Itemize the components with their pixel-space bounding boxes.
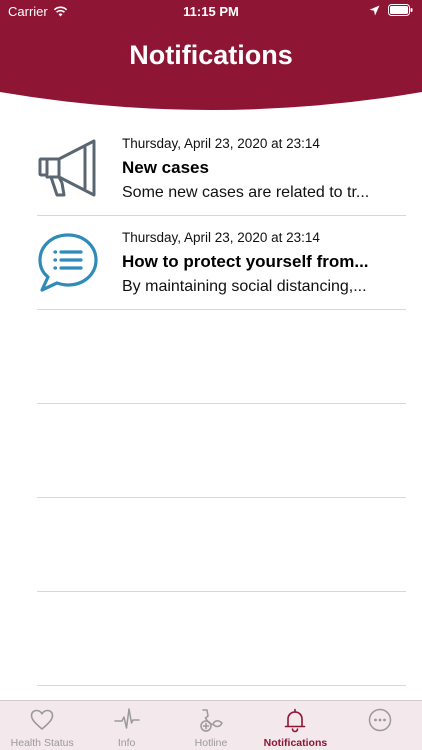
tab-hotline[interactable]: Hotline <box>169 701 253 750</box>
hotline-icon <box>200 709 223 732</box>
tab-label: Hotline <box>194 737 228 749</box>
tab-bar: Health Status Info Hotline Notifications <box>0 700 422 750</box>
status-bar: Carrier 11:15 PM <box>0 0 422 24</box>
pulse-icon <box>113 708 140 729</box>
empty-list-row <box>37 592 406 686</box>
tab-notifications[interactable]: Notifications <box>253 701 337 750</box>
tab-label: Notifications <box>263 737 328 749</box>
megaphone-icon <box>38 139 96 197</box>
empty-list-row <box>37 404 406 498</box>
status-right <box>369 4 413 16</box>
header: Carrier 11:15 PM Notifications <box>0 0 422 112</box>
empty-list-row <box>37 310 406 404</box>
tab-label: Info <box>117 737 136 749</box>
notification-list: Thursday, April 23, 2020 at 23:14 New ca… <box>0 122 422 686</box>
location-arrow-icon <box>369 5 380 15</box>
tab-label: Health Status <box>10 737 74 749</box>
page-title: Notifications <box>129 40 293 70</box>
notification-row[interactable]: Thursday, April 23, 2020 at 23:14 New ca… <box>37 122 406 216</box>
bell-icon <box>285 708 306 733</box>
tab-health-status[interactable]: Health Status <box>0 701 84 750</box>
notification-title: New cases <box>122 158 209 177</box>
battery-icon <box>388 4 413 16</box>
chat-bubble-icon <box>38 233 98 292</box>
notification-title: How to protect yourself from... <box>122 252 369 271</box>
notification-body: Some new cases are related to tr... <box>122 184 370 201</box>
notification-date: Thursday, April 23, 2020 at 23:14 <box>122 230 320 245</box>
notification-body: By maintaining social distancing,... <box>122 278 367 295</box>
notification-row[interactable]: Thursday, April 23, 2020 at 23:14 How to… <box>37 216 406 310</box>
status-time: 11:15 PM <box>183 4 239 19</box>
tab-info[interactable]: Info <box>84 701 168 750</box>
heart-icon <box>30 709 54 730</box>
empty-list-row <box>37 498 406 592</box>
tab-more[interactable] <box>338 701 422 750</box>
more-icon <box>368 708 392 732</box>
notification-date: Thursday, April 23, 2020 at 23:14 <box>122 136 320 151</box>
